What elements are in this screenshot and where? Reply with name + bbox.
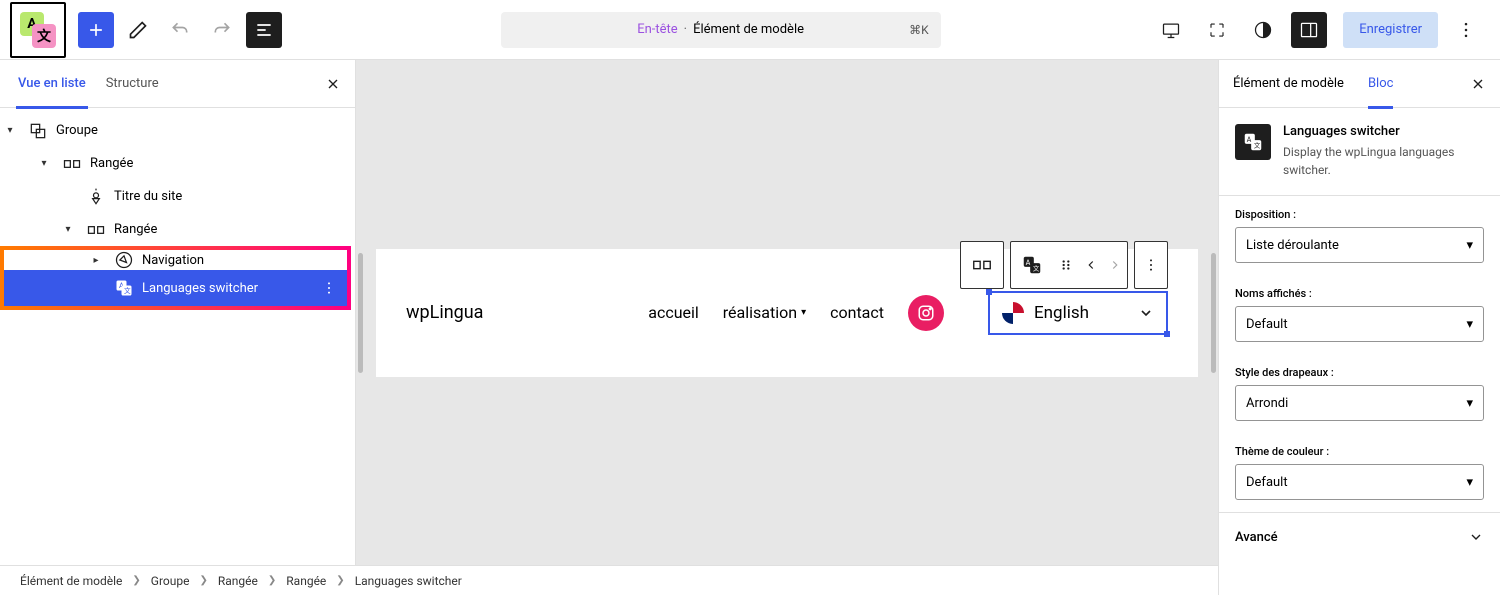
svg-text:文: 文: [124, 286, 131, 295]
chevron-down-icon: [1138, 305, 1154, 321]
translate-icon: A文: [112, 276, 136, 300]
breadcrumb-item[interactable]: Rangée: [218, 574, 258, 588]
tree-item-rangee[interactable]: ▾ Rangée: [0, 213, 355, 246]
svg-text:文: 文: [1254, 141, 1261, 150]
save-button[interactable]: Enregistrer: [1343, 12, 1438, 48]
navigation-block[interactable]: accueil réalisation▾ contact A文: [648, 291, 1168, 335]
add-block-button[interactable]: [78, 12, 114, 48]
doc-title-suffix: Élément de modèle: [693, 22, 804, 37]
breadcrumb-item[interactable]: Groupe: [151, 574, 190, 588]
tree-item-navigation[interactable]: ▸ Navigation: [4, 250, 347, 270]
site-header-block[interactable]: wpLingua accueil réalisation▾ contact A文: [376, 249, 1198, 377]
tree-item-groupe[interactable]: ▾ Groupe: [0, 114, 355, 147]
redo-button[interactable]: [204, 12, 240, 48]
doc-title-sep: ·: [684, 22, 687, 37]
close-sidebar-button[interactable]: [1470, 76, 1486, 92]
close-panel-button[interactable]: [319, 70, 347, 98]
block-type-button[interactable]: A文: [1011, 241, 1053, 289]
tab-structure[interactable]: Structure: [96, 60, 169, 108]
chevron-down-icon: ▾: [1466, 396, 1473, 411]
chevron-right-icon: ▸: [86, 255, 106, 266]
noms-label: Noms affichés :: [1235, 287, 1484, 300]
svg-text:A: A: [1247, 135, 1252, 144]
tab-element-modele[interactable]: Élément de modèle: [1233, 60, 1344, 108]
drag-handle[interactable]: [1053, 241, 1079, 289]
noms-select[interactable]: Default▾: [1235, 306, 1484, 342]
desktop-view-button[interactable]: [1153, 12, 1189, 48]
editor-canvas[interactable]: wpLingua accueil réalisation▾ contact A文: [356, 60, 1218, 565]
advanced-panel-toggle[interactable]: Avancé: [1219, 512, 1500, 561]
theme-select[interactable]: Default▾: [1235, 464, 1484, 500]
block-description: Display the wpLingua languages switcher.: [1283, 143, 1484, 179]
translate-icon: A文: [1235, 124, 1271, 160]
site-logo-button[interactable]: A 文: [10, 2, 66, 58]
doc-title-prefix: En-tête: [637, 22, 677, 37]
undo-button[interactable]: [162, 12, 198, 48]
list-view-panel: Vue en liste Structure ▾ Groupe ▾ Rangée…: [0, 60, 356, 565]
document-title-button[interactable]: En-tête · Élément de modèle ⌘K: [501, 12, 941, 48]
chevron-down-icon: ▾: [34, 158, 54, 169]
selection-highlight: ▸ Navigation A文 Languages switcher: [0, 246, 351, 310]
chevron-down-icon: ▾: [1466, 317, 1473, 332]
drapeaux-select[interactable]: Arrondi▾: [1235, 385, 1484, 421]
list-view-button[interactable]: [246, 12, 282, 48]
chevron-down-icon: ▾: [58, 224, 78, 235]
settings-sidebar: Élément de modèle Bloc A文 Languages swit…: [1218, 60, 1500, 595]
row-icon: [84, 218, 108, 242]
shortcut-label: ⌘K: [909, 23, 929, 37]
tree-item-languages-switcher[interactable]: A文 Languages switcher: [4, 270, 347, 306]
nav-link-accueil[interactable]: accueil: [648, 303, 699, 322]
site-title-icon: [84, 185, 108, 209]
tree-item-titre[interactable]: Titre du site: [0, 180, 355, 213]
language-switcher-block[interactable]: English: [988, 291, 1168, 335]
scroll-indicator: [1211, 253, 1216, 373]
breadcrumb-item[interactable]: Languages switcher: [355, 574, 462, 588]
block-options-button[interactable]: [1135, 241, 1167, 289]
disposition-label: Disposition :: [1235, 208, 1484, 221]
block-breadcrumb: Élément de modèle❯ Groupe❯ Rangée❯ Rangé…: [0, 565, 1218, 595]
nav-link-realisation[interactable]: réalisation▾: [723, 303, 806, 322]
settings-sidebar-button[interactable]: [1291, 12, 1327, 48]
item-options-button[interactable]: [321, 280, 337, 296]
chevron-down-icon: ▾: [1466, 238, 1473, 253]
move-left-button[interactable]: [1079, 241, 1103, 289]
flag-icon: [1002, 302, 1024, 324]
edit-button[interactable]: [120, 12, 156, 48]
nav-link-contact[interactable]: contact: [830, 303, 884, 322]
block-toolbar: A文: [960, 241, 1168, 289]
parent-block-button[interactable]: [961, 241, 1003, 289]
svg-text:文: 文: [1033, 263, 1040, 272]
block-title: Languages switcher: [1283, 124, 1484, 139]
top-toolbar: A 文 En-tête · Élément de modèle ⌘K Enreg…: [0, 0, 1500, 60]
tab-bloc[interactable]: Bloc: [1368, 60, 1393, 108]
logo-icon: 文: [32, 24, 56, 48]
tab-list-view[interactable]: Vue en liste: [8, 60, 96, 108]
site-title-block[interactable]: wpLingua: [406, 302, 483, 323]
disposition-select[interactable]: Liste déroulante▾: [1235, 227, 1484, 263]
move-right-button[interactable]: [1103, 241, 1127, 289]
group-icon: [26, 119, 50, 143]
chevron-down-icon: ▾: [801, 307, 806, 318]
chevron-down-icon: ▾: [1466, 475, 1473, 490]
instagram-icon[interactable]: [908, 295, 944, 331]
styles-button[interactable]: [1245, 12, 1281, 48]
navigation-icon: [112, 250, 136, 270]
row-icon: [60, 152, 84, 176]
svg-text:A: A: [1026, 258, 1031, 267]
options-button[interactable]: [1448, 12, 1484, 48]
drapeaux-label: Style des drapeaux :: [1235, 366, 1484, 379]
theme-label: Thème de couleur :: [1235, 445, 1484, 458]
chevron-down-icon: [1468, 529, 1484, 545]
block-info: A文 Languages switcher Display the wpLing…: [1219, 108, 1500, 196]
breadcrumb-item[interactable]: Élément de modèle: [20, 574, 122, 588]
tree-item-rangee[interactable]: ▾ Rangée: [0, 147, 355, 180]
block-tree: ▾ Groupe ▾ Rangée Titre du site ▾ Rangée…: [0, 108, 355, 316]
breadcrumb-item[interactable]: Rangée: [286, 574, 326, 588]
scroll-indicator: [358, 253, 363, 373]
chevron-down-icon: ▾: [0, 125, 20, 136]
fullscreen-button[interactable]: [1199, 12, 1235, 48]
